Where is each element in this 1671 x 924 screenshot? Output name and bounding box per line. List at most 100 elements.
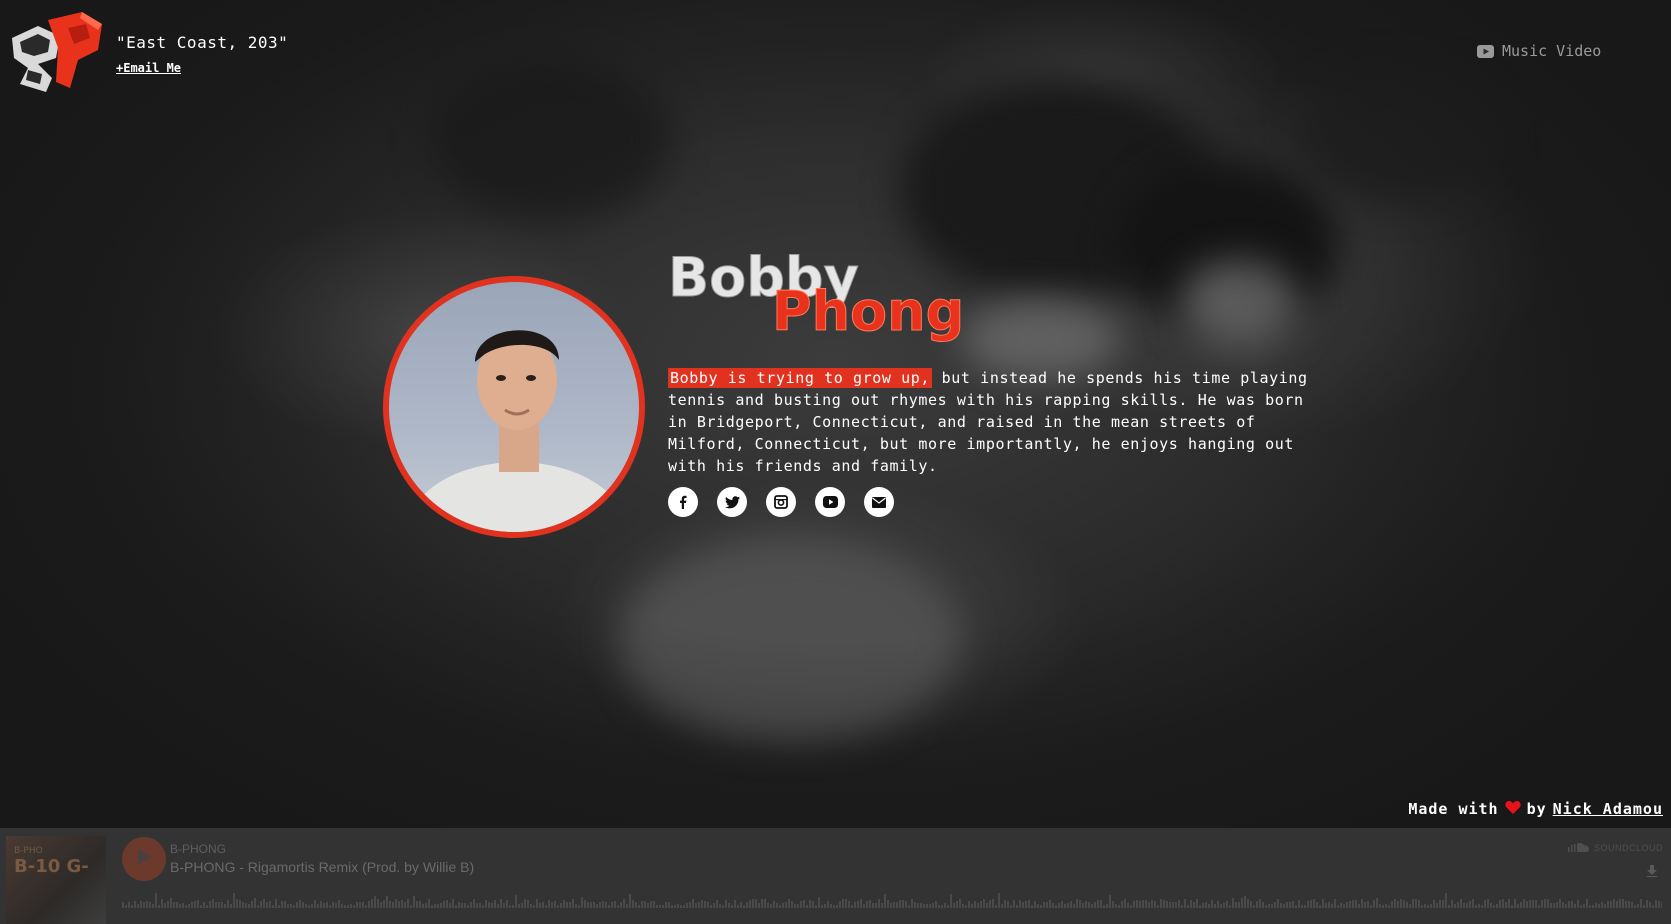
author-link[interactable]: Nick Adamou: [1553, 800, 1663, 818]
waveform-bar: [641, 901, 643, 908]
waveform-bar: [1007, 901, 1009, 908]
waveform-bar: [323, 903, 325, 908]
waveform-bar: [827, 901, 829, 908]
waveform-bar: [896, 902, 898, 908]
waveform-bar: [488, 902, 490, 908]
waveform-bar: [1265, 905, 1267, 908]
waveform-bar: [155, 893, 157, 908]
waveform-bar: [716, 900, 718, 908]
waveform-bar: [1328, 902, 1330, 908]
waveform-bar: [1202, 903, 1204, 908]
waveform-bar: [1274, 902, 1276, 908]
waveform-bar: [869, 900, 871, 908]
waveform-bar: [1061, 901, 1063, 908]
waveform-bar: [1010, 905, 1012, 908]
waveform-bar: [719, 904, 721, 908]
waveform-bar: [1592, 905, 1594, 908]
email-me-link[interactable]: +Email Me: [116, 61, 181, 75]
waveform-bar: [1148, 902, 1150, 908]
waveform-bar: [791, 901, 793, 908]
waveform-bar: [977, 903, 979, 908]
waveform-bar: [1535, 900, 1537, 908]
waveform-bar: [821, 905, 823, 908]
track-artist[interactable]: B-PHONG: [170, 842, 226, 856]
bp-logo[interactable]: [8, 8, 106, 94]
waveform-bar: [518, 904, 520, 908]
waveform-bar: [1442, 900, 1444, 908]
waveform-bar: [527, 900, 529, 908]
waveform-bar: [872, 903, 874, 908]
waveform-bar: [470, 902, 472, 908]
waveform-bar: [776, 903, 778, 908]
waveform-bar: [164, 903, 166, 908]
waveform-bar: [404, 902, 406, 908]
waveform-bar: [206, 905, 208, 908]
waveform-bar: [1145, 900, 1147, 908]
music-video-link[interactable]: Music Video: [1477, 42, 1601, 60]
waveform-bar: [1388, 905, 1390, 908]
waveform-bar: [1538, 905, 1540, 908]
waveform-bar: [365, 905, 367, 908]
waveform-bar: [752, 899, 754, 908]
waveform-bar: [1661, 902, 1662, 908]
facebook-icon[interactable]: [668, 487, 698, 517]
waveform-bar: [707, 902, 709, 908]
waveform[interactable]: [122, 890, 1662, 924]
waveform-bar: [1379, 904, 1381, 908]
waveform-bar: [860, 899, 862, 908]
waveform-bar: [281, 901, 283, 908]
soundcloud-logo[interactable]: SOUNDCLOUD: [1567, 842, 1663, 854]
waveform-bar: [908, 905, 910, 908]
waveform-bar: [1190, 900, 1192, 908]
waveform-bar: [1445, 893, 1447, 908]
waveform-bar: [167, 901, 169, 908]
waveform-bar: [338, 900, 340, 908]
twitter-icon[interactable]: [717, 487, 747, 517]
youtube-play-icon[interactable]: [815, 487, 845, 517]
waveform-bar: [1547, 899, 1549, 908]
waveform-bar: [422, 904, 424, 908]
waveform-bar: [1394, 899, 1396, 908]
download-icon[interactable]: [1647, 862, 1657, 881]
waveform-bar: [1259, 899, 1261, 908]
waveform-bar: [1367, 901, 1369, 908]
soundcloud-icon: [1567, 842, 1590, 854]
waveform-bar: [389, 901, 391, 908]
waveform-bar: [1082, 903, 1084, 908]
waveform-bar: [680, 905, 682, 908]
waveform-bar: [368, 901, 370, 908]
waveform-bar: [584, 900, 586, 908]
waveform-bar: [560, 903, 562, 908]
play-button[interactable]: [122, 837, 166, 881]
waveform-bar: [926, 904, 928, 908]
waveform-bar: [1181, 905, 1183, 908]
waveform-bar: [311, 904, 313, 908]
waveform-bar: [1433, 900, 1435, 908]
waveform-bar: [1013, 900, 1015, 908]
waveform-bar: [539, 903, 541, 908]
waveform-bar: [428, 899, 430, 908]
waveform-bar: [1589, 905, 1591, 908]
waveform-bar: [557, 905, 559, 908]
waveform-bar: [1331, 904, 1333, 908]
waveform-bar: [512, 905, 514, 908]
waveform-bar: [545, 905, 547, 908]
waveform-bar: [1286, 902, 1288, 908]
waveform-bar: [1493, 905, 1495, 908]
instagram-icon[interactable]: [766, 487, 796, 517]
waveform-bar: [278, 905, 280, 908]
waveform-bar: [1139, 901, 1141, 908]
waveform-bar: [1214, 904, 1216, 908]
waveform-bar: [440, 903, 442, 908]
waveform-bar: [632, 900, 634, 908]
waveform-bar: [710, 905, 712, 908]
waveform-bar: [1049, 900, 1051, 908]
track-title[interactable]: B-PHONG - Rigamortis Remix (Prod. by Wil…: [170, 859, 474, 875]
waveform-bar: [1292, 901, 1294, 908]
envelope-icon[interactable]: [864, 487, 894, 517]
waveform-bar: [623, 899, 625, 908]
waveform-bar: [1058, 903, 1060, 908]
waveform-bar: [1316, 902, 1318, 908]
waveform-bar: [1334, 899, 1336, 908]
waveform-bar: [647, 903, 649, 908]
